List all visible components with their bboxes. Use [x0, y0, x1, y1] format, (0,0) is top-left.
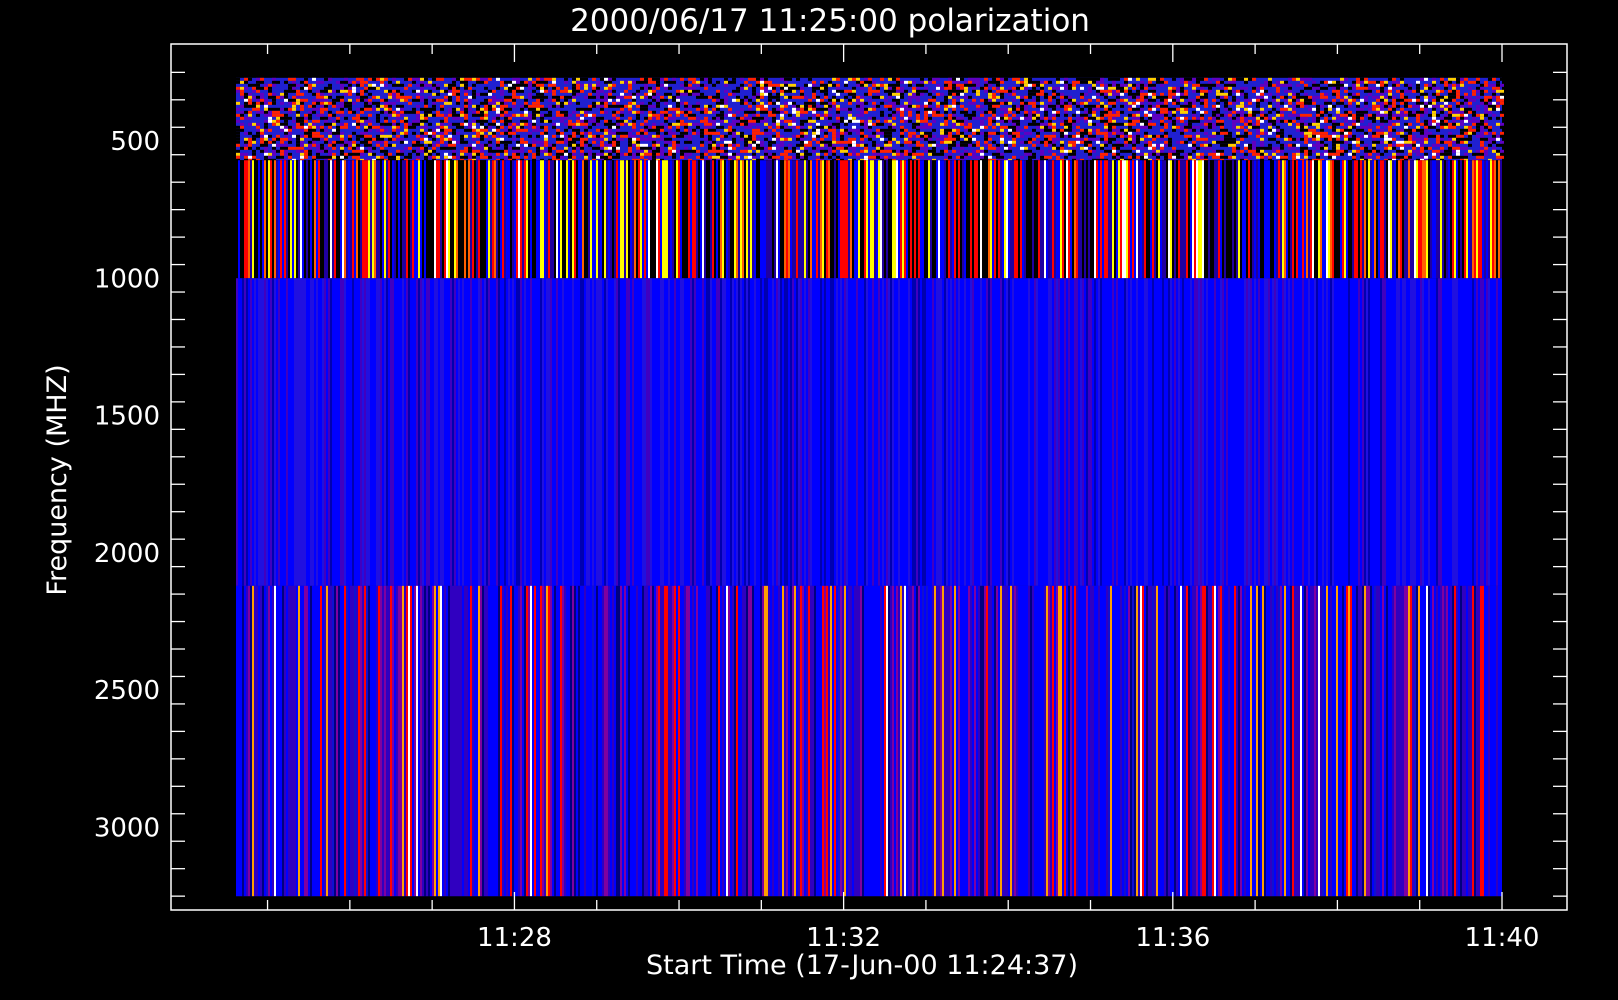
- band-texture: [236, 585, 1502, 897]
- y-tick-label: 2500: [94, 676, 160, 706]
- x-tick-label: 11:36: [1135, 923, 1210, 953]
- x-tick-label: 11:40: [1465, 923, 1540, 953]
- band-texture: [236, 160, 1502, 279]
- chart: 2000/06/17 11:25:00 polarization 11:28 11…: [42, 3, 1568, 981]
- x-tick-label: 11:28: [477, 923, 552, 953]
- x-axis-label: Start Time (17-Jun-00 11:24:37): [646, 950, 1078, 981]
- y-tick-label: 1500: [94, 402, 160, 432]
- chart-title: 2000/06/17 11:25:00 polarization: [570, 3, 1090, 39]
- y-axis-label: Frequency (MHZ): [42, 364, 73, 595]
- x-tick-label: 11:32: [806, 923, 881, 953]
- y-tick-label: 3000: [94, 814, 160, 844]
- band-texture: [236, 278, 1502, 586]
- y-tick-label: 1000: [94, 264, 160, 294]
- y-tick-label: 2000: [94, 539, 160, 569]
- y-tick-label: 500: [110, 127, 160, 157]
- heatmap-image: [236, 77, 1504, 897]
